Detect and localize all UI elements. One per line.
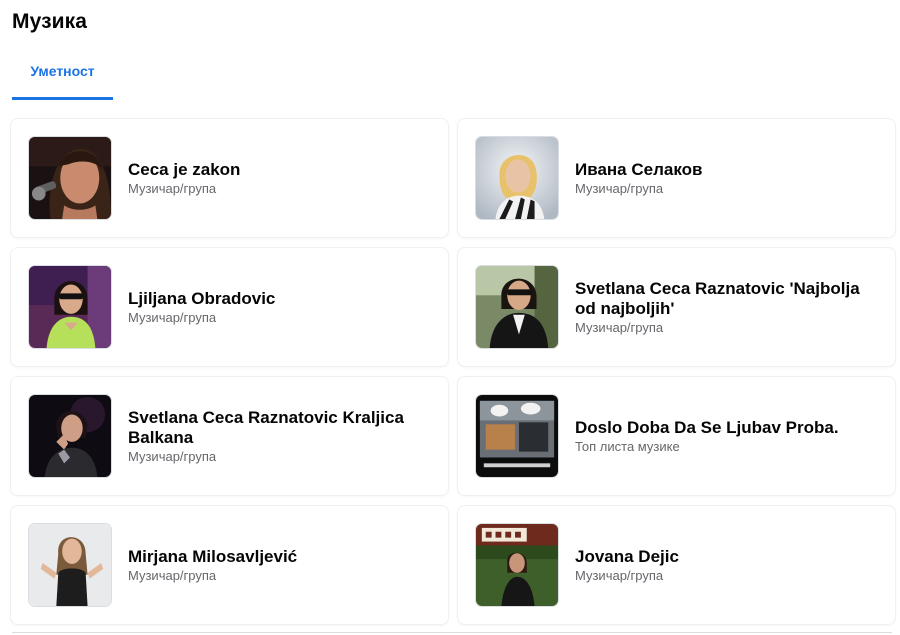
singer-photo-image	[29, 524, 111, 606]
music-card[interactable]: Jovana Dejic Музичар/група	[457, 505, 896, 625]
item-name[interactable]: Mirjana Milosavljević	[128, 547, 297, 567]
music-card[interactable]: Doslo Doba Da Se Ljubav Proba. Топ листа…	[457, 376, 896, 496]
tab-bar: Уметност	[12, 50, 113, 100]
item-category: Музичар/група	[575, 319, 664, 335]
item-category: Музичар/група	[128, 567, 217, 583]
item-category: Музичар/група	[128, 309, 217, 325]
cartoon-thumbnail-image	[476, 395, 558, 477]
item-category: Музичар/група	[128, 448, 217, 464]
item-name[interactable]: Ивана Селаков	[575, 160, 702, 180]
profile-photo[interactable]	[28, 523, 112, 607]
item-name[interactable]: Svetlana Ceca Raznatovic Kraljica Balkan…	[128, 408, 418, 448]
profile-photo[interactable]	[28, 394, 112, 478]
profile-photo[interactable]	[28, 265, 112, 349]
item-category: Топ листа музике	[575, 438, 680, 454]
music-card[interactable]: Ceca je zakon Музичар/група	[10, 118, 449, 238]
singer-photo-image	[476, 266, 558, 348]
item-name[interactable]: Jovana Dejic	[575, 547, 679, 567]
tab-label: Уметност	[30, 63, 95, 79]
item-category: Музичар/група	[575, 567, 664, 583]
active-tab-indicator	[12, 97, 113, 100]
item-category: Музичар/група	[128, 180, 217, 196]
item-name[interactable]: Ceca je zakon	[128, 160, 240, 180]
singer-photo-image	[29, 395, 111, 477]
divider	[12, 632, 892, 633]
album-cover-image	[476, 524, 558, 606]
music-card[interactable]: Ljiljana Obradovic Музичар/група	[10, 247, 449, 367]
item-name[interactable]: Svetlana Ceca Raznatovic 'Najbolja od na…	[575, 279, 865, 319]
singer-photo-image	[29, 266, 111, 348]
profile-photo[interactable]	[475, 265, 559, 349]
music-grid: Ceca je zakon Музичар/група Ивана Селако…	[10, 118, 896, 625]
page-title: Музика	[12, 10, 88, 33]
singer-photo-image	[29, 137, 111, 219]
item-category: Музичар/група	[575, 180, 664, 196]
music-card[interactable]: Svetlana Ceca Raznatovic Kraljica Balkan…	[10, 376, 449, 496]
tab-umetnost[interactable]: Уметност	[12, 50, 113, 100]
profile-photo[interactable]	[475, 136, 559, 220]
music-card[interactable]: Ивана Селаков Музичар/група	[457, 118, 896, 238]
profile-photo[interactable]	[475, 394, 559, 478]
profile-photo[interactable]	[475, 523, 559, 607]
music-card[interactable]: Mirjana Milosavljević Музичар/група	[10, 505, 449, 625]
item-name[interactable]: Doslo Doba Da Se Ljubav Proba.	[575, 418, 839, 438]
music-card[interactable]: Svetlana Ceca Raznatovic 'Najbolja od na…	[457, 247, 896, 367]
profile-photo[interactable]	[28, 136, 112, 220]
item-name[interactable]: Ljiljana Obradovic	[128, 289, 275, 309]
singer-photo-image	[476, 137, 558, 219]
